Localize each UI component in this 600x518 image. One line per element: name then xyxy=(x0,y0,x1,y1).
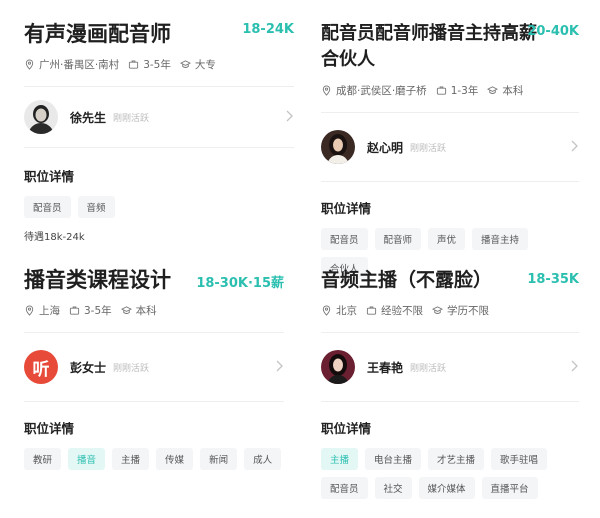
location: 广州·番禺区·南村 xyxy=(39,59,120,71)
recruiter-row[interactable]: 听 彭女士 刚刚活跃 xyxy=(24,349,284,385)
education: 本科 xyxy=(135,305,157,317)
tag-highlighted[interactable]: 播音 xyxy=(68,448,106,470)
section-title: 职位详情 xyxy=(321,421,372,436)
job-card-2[interactable]: 配音员配音师播音主持高薪 20-40K 合伙人 成都·武侯区·磨子桥 1-3年 … xyxy=(321,20,579,279)
divider xyxy=(24,147,294,148)
tag[interactable]: 传媒 xyxy=(156,448,194,470)
divider xyxy=(24,332,284,333)
experience: 3-5年 xyxy=(84,305,112,317)
experience: 1-3年 xyxy=(450,85,479,97)
education: 本科 xyxy=(502,85,524,97)
tag[interactable]: 播音主持 xyxy=(472,228,529,250)
job-card-3[interactable]: 播音类课程设计 18-30K·15薪 上海 3-5年 本科 听 彭女士 刚刚活跃… xyxy=(24,266,284,470)
experience: 3-5年 xyxy=(143,59,171,71)
tag[interactable]: 配音员 xyxy=(24,196,71,218)
graduation-cap-icon xyxy=(432,306,443,314)
location: 上海 xyxy=(39,305,60,317)
graduation-cap-icon xyxy=(179,60,191,68)
tag[interactable]: 音频 xyxy=(77,196,115,218)
tag[interactable]: 社交 xyxy=(374,477,412,499)
recruiter-status: 刚刚活跃 xyxy=(113,113,150,124)
tag[interactable]: 配音员 xyxy=(321,228,368,250)
tag-highlighted[interactable]: 主播 xyxy=(321,448,359,470)
divider xyxy=(321,112,579,113)
section-title: 职位详情 xyxy=(321,201,372,216)
location: 成都·武侯区·磨子桥 xyxy=(336,85,427,97)
location: 北京 xyxy=(336,305,357,317)
tag-list: 配音员 音频 xyxy=(24,196,294,218)
chevron-right-icon[interactable] xyxy=(284,109,294,123)
location-icon xyxy=(25,305,34,316)
avatar-logo-glyph: 听 xyxy=(32,359,50,380)
briefcase-icon xyxy=(129,60,139,69)
graduation-cap-icon xyxy=(120,306,132,314)
recruiter-row[interactable]: 王春艳 刚刚活跃 xyxy=(321,349,579,385)
divider xyxy=(24,401,284,402)
section-title: 职位详情 xyxy=(24,169,75,184)
chevron-right-icon[interactable] xyxy=(569,359,579,373)
avatar xyxy=(321,350,355,384)
education: 学历不限 xyxy=(447,305,489,317)
chevron-right-icon[interactable] xyxy=(569,139,579,153)
tag[interactable]: 才艺主播 xyxy=(428,448,485,470)
briefcase-icon xyxy=(366,306,377,315)
tag[interactable]: 电台主播 xyxy=(365,448,422,470)
job-title-line2: 合伙人 xyxy=(321,49,375,70)
tag[interactable]: 配音师 xyxy=(374,228,422,250)
briefcase-icon xyxy=(69,306,80,315)
recruiter-name: 赵心明 xyxy=(367,140,404,155)
divider xyxy=(321,401,579,402)
experience: 经验不限 xyxy=(381,305,423,317)
tag[interactable]: 成人 xyxy=(244,448,282,470)
salary: 18-30K·15薪 xyxy=(196,276,284,291)
recruiter-name: 彭女士 xyxy=(70,360,107,375)
tag[interactable]: 直播平台 xyxy=(481,477,538,499)
briefcase-icon xyxy=(436,86,446,95)
tag[interactable]: 教研 xyxy=(24,448,62,470)
tag[interactable]: 主播 xyxy=(112,448,150,470)
recruiter-name: 王春艳 xyxy=(367,360,404,375)
divider xyxy=(321,181,579,182)
job-card-4[interactable]: 音频主播（不露脸） 18-35K 北京 经验不限 学历不限 王春艳 刚刚活跃 职… xyxy=(321,266,579,499)
salary: 20-40K xyxy=(527,24,579,39)
tag[interactable]: 歌手驻唱 xyxy=(491,448,548,470)
tag[interactable]: 配音员 xyxy=(321,477,368,499)
recruiter-status: 刚刚活跃 xyxy=(410,143,447,154)
divider xyxy=(321,332,579,333)
chevron-right-icon[interactable] xyxy=(274,359,284,373)
tag-list: 教研 播音 主播 传媒 新闻 成人 xyxy=(24,448,284,470)
section-title: 职位详情 xyxy=(24,421,75,436)
recruiter-name: 徐先生 xyxy=(70,110,107,125)
education: 大专 xyxy=(194,59,216,71)
divider xyxy=(24,86,294,87)
job-card-1[interactable]: 有声漫画配音师 18-24K 广州·番禺区·南村 3-5年 大专 徐先生 刚刚活… xyxy=(24,20,294,243)
tag[interactable]: 声优 xyxy=(428,228,466,250)
graduation-cap-icon xyxy=(487,86,499,94)
recruiter-status: 刚刚活跃 xyxy=(410,363,447,374)
recruiter-status: 刚刚活跃 xyxy=(113,363,150,374)
avatar: 听 xyxy=(24,350,58,384)
tag[interactable]: 新闻 xyxy=(200,448,238,470)
treatment-text: 待遇18k-24k xyxy=(24,232,85,243)
recruiter-row[interactable]: 赵心明 刚刚活跃 xyxy=(321,129,579,165)
avatar xyxy=(321,130,355,164)
recruiter-row[interactable]: 徐先生 刚刚活跃 xyxy=(24,99,294,135)
location-icon xyxy=(25,59,34,70)
avatar xyxy=(24,100,58,134)
tag[interactable]: 媒介媒体 xyxy=(418,477,475,499)
tag-list: 主播 电台主播 才艺主播 歌手驻唱 配音员 社交 媒介媒体 直播平台 xyxy=(321,448,579,499)
location-icon xyxy=(322,85,331,96)
salary: 18-24K xyxy=(242,22,294,37)
location-icon xyxy=(322,305,331,316)
salary: 18-35K xyxy=(527,272,579,287)
